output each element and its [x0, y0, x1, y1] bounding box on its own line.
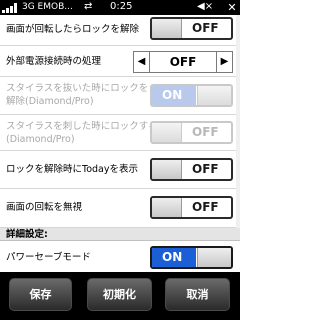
- status-bar: 3G EMOB... ⇄ 0:25 ◀× ✕: [0, 0, 240, 15]
- cancel-button[interactable]: 取消: [165, 278, 230, 311]
- setting-row-show-today: ロックを解除時にTodayを表示 OFF: [0, 151, 240, 189]
- signal-icon: [2, 2, 19, 13]
- setting-label: パワーセーブモード: [6, 252, 91, 263]
- setting-row-power-save: パワーセーブモード ON: [0, 242, 240, 272]
- toggle-state: OFF: [192, 125, 219, 139]
- setting-label-line2: 解除(Diamond/Pro): [6, 96, 94, 107]
- sync-icon: ⇄: [84, 1, 93, 12]
- clock[interactable]: 0:25: [110, 1, 132, 13]
- setting-row-stylus-in-lock: スタイラスを刺した時にロックする (Diamond/Pro) OFF: [0, 115, 240, 151]
- toggle-knob: [197, 248, 231, 267]
- rotate-unlock-toggle[interactable]: OFF: [150, 17, 233, 40]
- reset-button[interactable]: 初期化: [87, 278, 152, 311]
- toggle-state: OFF: [192, 162, 219, 176]
- section-header-advanced: 詳細設定:: [0, 228, 240, 241]
- picker-value: OFF: [169, 55, 197, 69]
- setting-label: 画面の回転を無視: [6, 202, 83, 213]
- toggle-knob: [152, 198, 182, 217]
- setting-row-ignore-rotation: 画面の回転を無視 OFF: [0, 189, 240, 228]
- toggle-state: ON: [162, 250, 183, 264]
- ignore-rotation-toggle[interactable]: OFF: [150, 196, 233, 219]
- setting-row-rotate-unlock: 画面が回転したらロックを解除 OFF: [0, 15, 240, 46]
- toggle-knob: [152, 19, 182, 38]
- toggle-state: OFF: [192, 200, 219, 214]
- scrollbar-track[interactable]: [236, 15, 240, 228]
- save-button[interactable]: 保存: [9, 278, 72, 311]
- section-title: 詳細設定:: [6, 229, 48, 240]
- close-icon[interactable]: ✕: [225, 1, 239, 14]
- external-power-picker[interactable]: ◀ OFF ▶: [133, 51, 233, 73]
- toggle-knob: [152, 160, 182, 179]
- volume-muted-icon[interactable]: ◀×: [197, 1, 217, 13]
- chevron-right-icon[interactable]: ▶: [216, 52, 232, 72]
- toggle-state: ON: [162, 88, 183, 102]
- setting-label-line2: (Diamond/Pro): [6, 134, 75, 145]
- show-today-toggle[interactable]: OFF: [150, 158, 233, 181]
- toggle-knob: [152, 123, 182, 142]
- setting-label-line1: スタイラスを刺した時にロックする: [6, 121, 158, 132]
- chevron-left-icon[interactable]: ◀: [134, 52, 150, 72]
- bottom-button-bar: 保存 初期化 取消: [0, 272, 240, 320]
- toggle-state: OFF: [192, 21, 219, 35]
- toggle-knob: [197, 86, 231, 105]
- setting-row-stylus-out-unlock: スタイラスを抜いた時にロックを 解除(Diamond/Pro) ON: [0, 77, 240, 115]
- setting-label: 画面が回転したらロックを解除: [6, 24, 140, 35]
- setting-label-line1: スタイラスを抜いた時にロックを: [6, 83, 149, 94]
- power-save-toggle[interactable]: ON: [150, 246, 233, 269]
- stylus-in-lock-toggle[interactable]: OFF: [150, 121, 233, 144]
- setting-row-external-power: 外部電源接続時の処理 ◀ OFF ▶: [0, 46, 240, 77]
- setting-label: 外部電源接続時の処理: [6, 56, 102, 67]
- stylus-out-unlock-toggle[interactable]: ON: [150, 84, 233, 107]
- setting-label: ロックを解除時にTodayを表示: [6, 164, 138, 175]
- carrier-name: 3G EMOB...: [22, 2, 73, 12]
